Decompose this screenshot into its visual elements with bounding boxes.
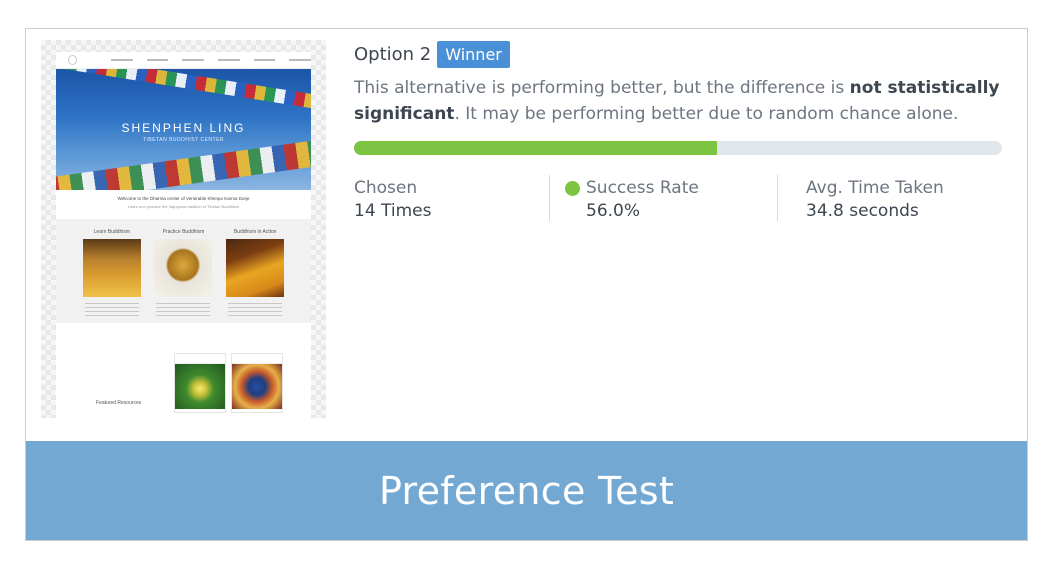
scripture-image: [82, 239, 141, 297]
option-details: Option 2 Winner This alternative is perf…: [354, 39, 1004, 221]
preview-nav: [56, 52, 311, 69]
banner-title: Preference Test: [378, 468, 675, 513]
preview-featured-card: [174, 353, 226, 413]
monk-image: [226, 239, 285, 297]
option-thumbnail[interactable]: SHENPHEN LING TIBETAN BUDDHIST CENTER We…: [41, 40, 326, 418]
stat-success-rate: Success Rate 56.0%: [549, 175, 777, 221]
website-preview: SHENPHEN LING TIBETAN BUDDHIST CENTER We…: [56, 52, 311, 418]
preference-test-banner: Preference Test: [26, 441, 1027, 540]
preview-column: Learn Buddhism: [81, 229, 143, 317]
stat-chosen: Chosen 14 Times: [354, 175, 549, 221]
prayer-flags-image: [56, 136, 311, 190]
preview-hero-title: SHENPHEN LING: [121, 121, 246, 135]
preview-welcome-line: Welcome to the Dharma center of Venerabl…: [117, 196, 250, 201]
buddha-statue-image: [154, 239, 213, 297]
success-progress-fill: [354, 141, 717, 155]
preview-featured-card: [231, 353, 283, 413]
preview-column-title: Buddhism in Action: [233, 229, 277, 235]
preview-hero-subtitle: TIBETAN BUDDHIST CENTER: [142, 137, 225, 143]
prayer-flags-image: [56, 69, 311, 112]
stat-avg-time: Avg. Time Taken 34.8 seconds: [777, 175, 944, 221]
winner-badge: Winner: [437, 40, 510, 68]
preview-column: Practice Buddhism: [152, 229, 214, 317]
option-header: Option 2 Winner: [354, 39, 1004, 69]
preview-column-title: Learn Buddhism: [93, 229, 131, 235]
preview-column: Buddhism in Action: [224, 229, 286, 317]
thangka-image: [232, 364, 282, 409]
preview-welcome: Welcome to the Dharma center of Venerabl…: [56, 190, 311, 215]
stat-value: 34.8 seconds: [806, 201, 919, 221]
preview-featured: Featured Resources: [56, 353, 311, 418]
stat-label: Success Rate: [586, 178, 699, 198]
stats-row: Chosen 14 Times Success Rate 56.0% Avg. …: [354, 175, 1004, 221]
preview-featured-label: Featured Resources: [96, 400, 142, 406]
preview-welcome-line: Learn and practice the Vajrayana traditi…: [127, 204, 240, 209]
result-card: SHENPHEN LING TIBETAN BUDDHIST CENTER We…: [25, 28, 1028, 541]
description-text: . It may be performing better due to ran…: [454, 104, 959, 124]
stat-label: Chosen: [354, 178, 418, 198]
preview-logo-icon: [68, 55, 78, 65]
stat-value: 14 Times: [354, 201, 432, 221]
preview-column-title: Practice Buddhism: [162, 229, 205, 235]
success-progress-bar: [354, 141, 1002, 155]
preview-hero: SHENPHEN LING TIBETAN BUDDHIST CENTER: [56, 69, 311, 190]
preview-columns-section: Learn Buddhism Practice Buddhism Buddhis…: [56, 219, 311, 323]
stat-label: Avg. Time Taken: [806, 178, 944, 198]
stat-value: 56.0%: [586, 201, 641, 221]
description-text: This alternative is performing better, b…: [354, 78, 850, 98]
result-description: This alternative is performing better, b…: [354, 75, 1002, 127]
lotus-image: [175, 364, 225, 409]
option-label: Option 2: [354, 43, 432, 65]
green-dot-icon: [565, 180, 580, 196]
